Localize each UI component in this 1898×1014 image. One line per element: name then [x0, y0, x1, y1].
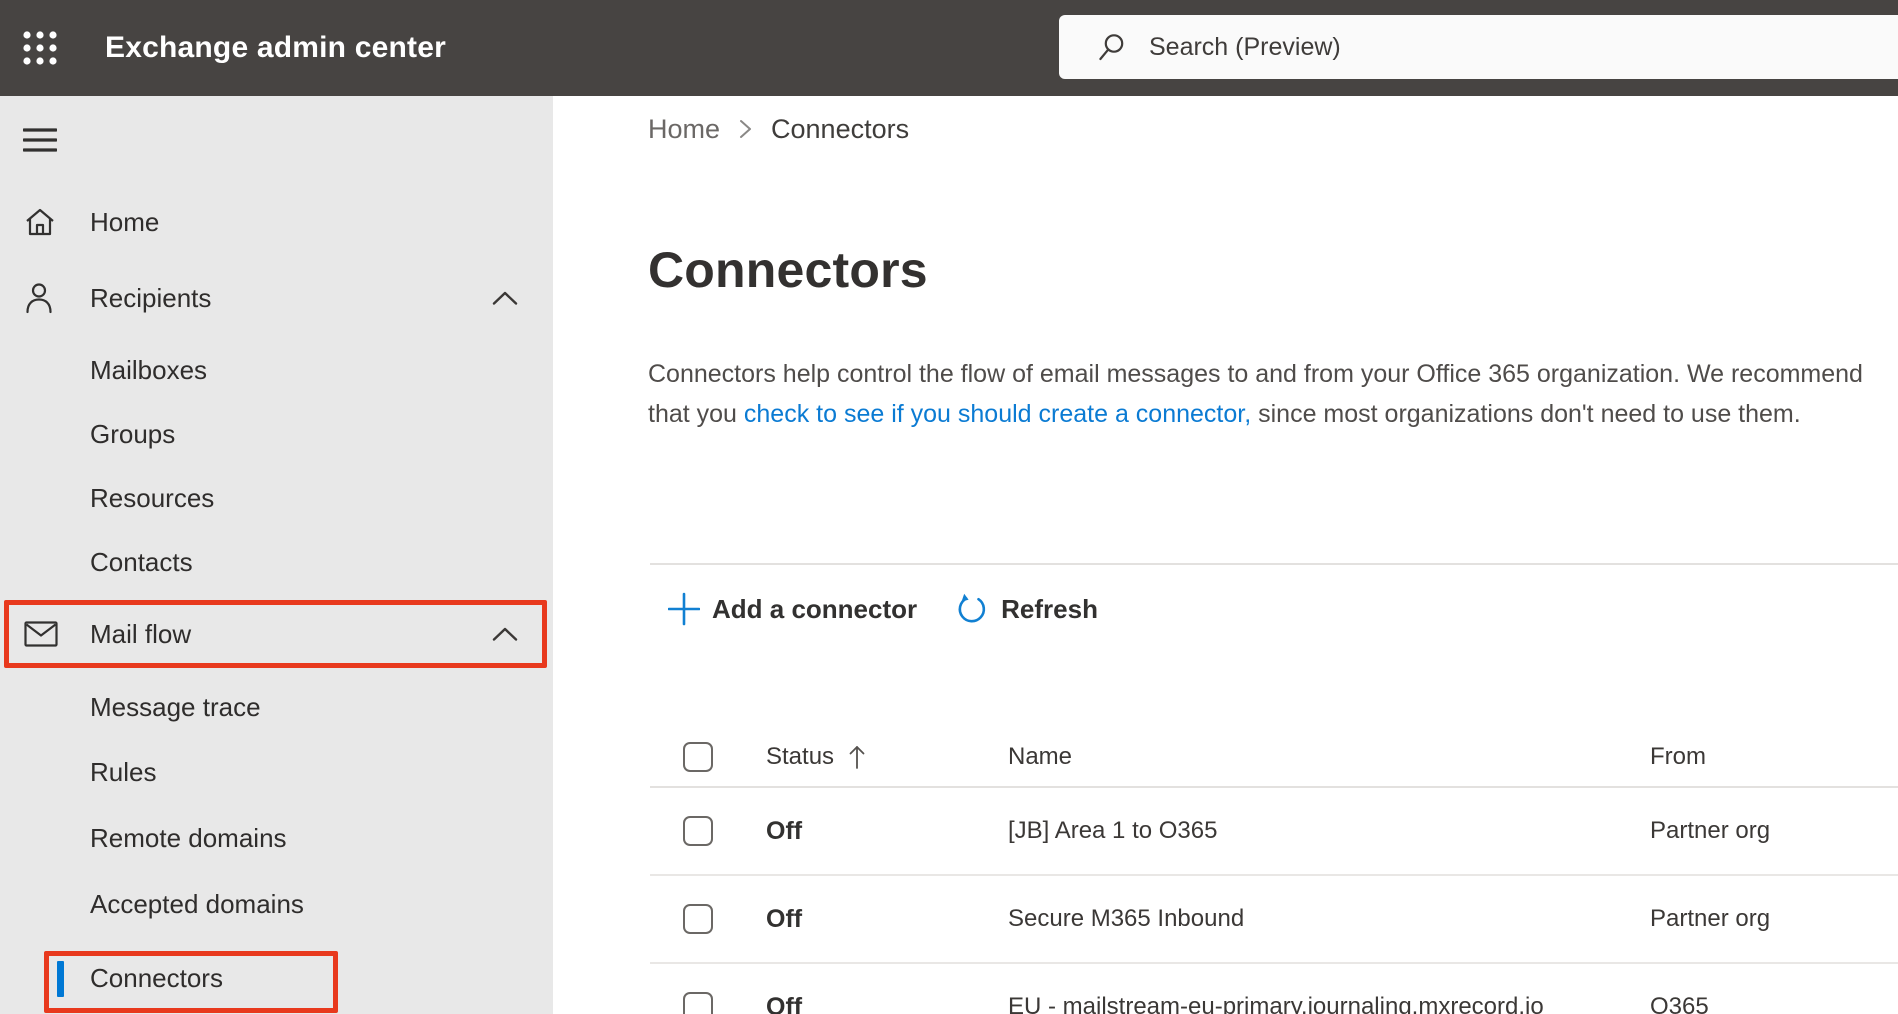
sidebar-item-label: Home — [90, 206, 160, 237]
breadcrumb: Home Connectors — [648, 112, 909, 146]
hamburger-menu-icon[interactable] — [20, 125, 60, 155]
sidebar-item-groups[interactable]: Groups — [0, 402, 553, 466]
breadcrumb-current: Connectors — [771, 113, 910, 144]
main-content: Home Connectors Connectors Connectors he… — [553, 96, 1898, 1014]
top-app-bar: Exchange admin center — [0, 0, 1898, 96]
command-bar: Add a connector Refresh — [668, 586, 1098, 632]
table-header-row: Status Name From — [650, 728, 1898, 788]
left-navigation: Home Recipients Mailboxes Groups Resourc… — [0, 96, 553, 1014]
create-connector-help-link[interactable]: check to see if you should create a conn… — [744, 400, 1251, 428]
sidebar-item-label: Rules — [90, 756, 157, 787]
row-status: Off — [766, 992, 803, 1014]
sidebar-item-label: Accepted domains — [90, 888, 304, 919]
refresh-button[interactable]: Refresh — [955, 592, 1098, 626]
waffle-dots — [23, 31, 57, 65]
refresh-label: Refresh — [1001, 593, 1098, 624]
row-from: Partner org — [1650, 905, 1771, 932]
sidebar-item-rules[interactable]: Rules — [0, 740, 553, 804]
sidebar-item-label: Resources — [90, 482, 215, 513]
sidebar-item-contacts[interactable]: Contacts — [0, 530, 553, 594]
column-header-from[interactable]: From — [1650, 743, 1898, 771]
sidebar-item-label: Connectors — [90, 962, 223, 993]
home-icon — [24, 207, 56, 237]
sidebar-item-message-trace[interactable]: Message trace — [0, 675, 553, 739]
row-checkbox[interactable] — [683, 816, 713, 846]
column-header-status[interactable]: Status — [766, 743, 1008, 771]
column-header-name[interactable]: Name — [1008, 743, 1650, 771]
row-name[interactable]: EU - mailstream-eu-primary.journaling.mx… — [1008, 993, 1650, 1014]
breadcrumb-home-link[interactable]: Home — [648, 114, 720, 145]
sidebar-item-label: Recipients — [90, 282, 212, 313]
sidebar-item-resources[interactable]: Resources — [0, 466, 553, 530]
chevron-right-icon — [738, 118, 753, 140]
person-icon — [24, 282, 54, 314]
table-row[interactable]: Off EU - mailstream-eu-primary.journalin… — [650, 964, 1898, 1014]
global-search-box[interactable] — [1059, 15, 1898, 79]
description-text-after: since most organizations don't need to u… — [1251, 400, 1801, 428]
sidebar-item-home[interactable]: Home — [0, 190, 553, 254]
refresh-icon — [958, 593, 986, 623]
row-from: Partner org — [1650, 817, 1771, 844]
sidebar-item-accepted-domains[interactable]: Accepted domains — [0, 872, 553, 936]
sort-ascending-icon — [849, 746, 865, 769]
status-header-label: Status — [766, 743, 835, 770]
selected-item-indicator — [57, 961, 64, 997]
plus-icon — [668, 592, 700, 626]
sidebar-item-label: Message trace — [90, 691, 261, 722]
select-all-checkbox[interactable] — [683, 742, 713, 772]
sidebar-item-label: Mail flow — [90, 618, 192, 649]
sidebar-item-label: Groups — [90, 418, 176, 449]
row-from: O365 — [1650, 993, 1709, 1014]
chevron-up-icon[interactable] — [492, 627, 518, 642]
row-name[interactable]: [JB] Area 1 to O365 — [1008, 817, 1650, 845]
app-title: Exchange admin center — [105, 31, 446, 64]
envelope-icon — [24, 621, 58, 647]
sidebar-item-label: Contacts — [90, 546, 193, 577]
hamburger-lines — [23, 128, 57, 152]
row-status: Off — [766, 904, 803, 933]
chevron-up-icon[interactable] — [492, 291, 518, 306]
sidebar-item-mailboxes[interactable]: Mailboxes — [0, 338, 553, 402]
connectors-table: Status Name From Off [JB] Area 1 to O365… — [650, 728, 1898, 1014]
row-name[interactable]: Secure M365 Inbound — [1008, 905, 1650, 933]
row-checkbox[interactable] — [683, 904, 713, 934]
page-title: Connectors — [648, 242, 928, 298]
row-status: Off — [766, 816, 803, 845]
app-launcher-waffle-icon[interactable] — [14, 22, 66, 74]
sidebar-item-remote-domains[interactable]: Remote domains — [0, 806, 553, 870]
sidebar-item-label: Mailboxes — [90, 354, 208, 385]
add-connector-label: Add a connector — [712, 593, 918, 624]
sidebar-item-connectors[interactable]: Connectors — [0, 946, 553, 1010]
table-row[interactable]: Off [JB] Area 1 to O365 Partner org — [650, 788, 1898, 876]
search-input[interactable] — [1059, 15, 1898, 79]
section-divider — [650, 563, 1898, 565]
page-description: Connectors help control the flow of emai… — [648, 354, 1870, 434]
sidebar-item-recipients[interactable]: Recipients — [0, 266, 553, 330]
sidebar-item-label: Remote domains — [90, 822, 287, 853]
sidebar-item-mail-flow[interactable]: Mail flow — [0, 602, 553, 666]
table-row[interactable]: Off Secure M365 Inbound Partner org — [650, 876, 1898, 964]
add-connector-button[interactable]: Add a connector — [668, 592, 917, 626]
row-checkbox[interactable] — [683, 992, 713, 1014]
